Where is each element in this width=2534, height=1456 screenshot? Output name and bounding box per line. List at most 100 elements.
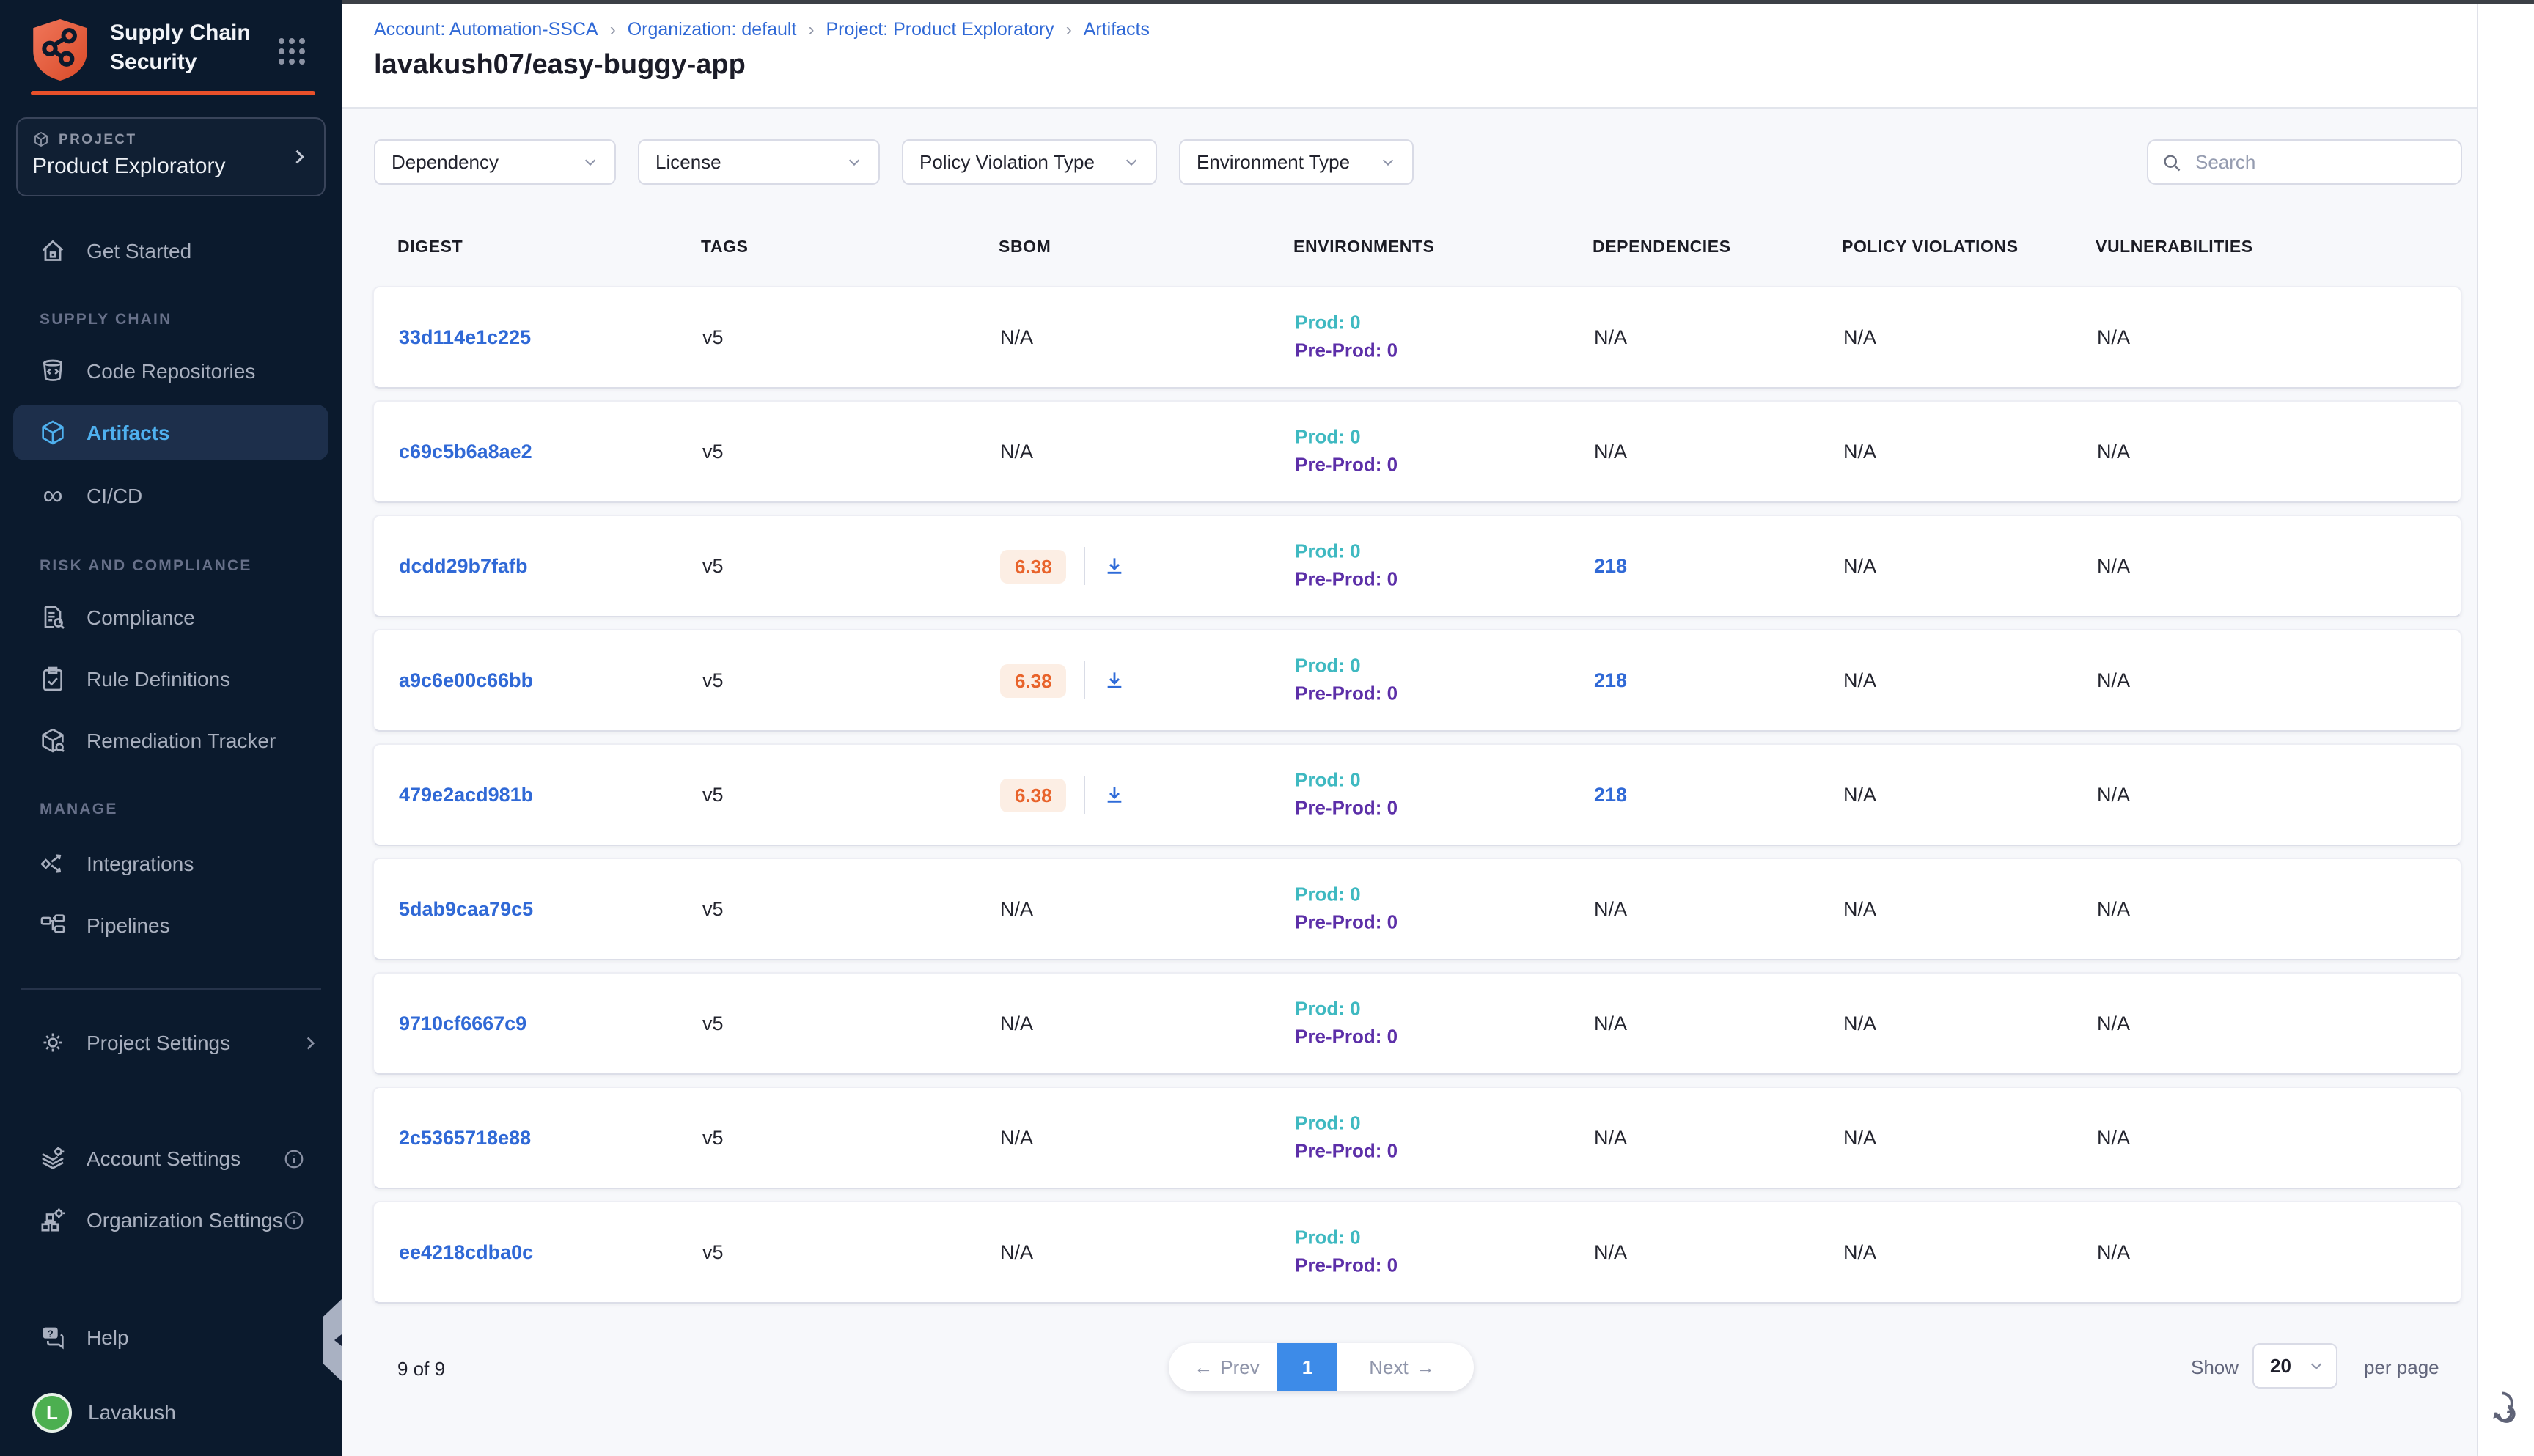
sbom-score-badge: 6.38 (1000, 549, 1067, 583)
breadcrumb-organization[interactable]: Organization: default (628, 19, 797, 40)
avatar: L (32, 1392, 72, 1432)
sidebar-item-rule-definitions[interactable]: Rule Definitions (0, 650, 342, 708)
sbom-cell: 6.38 (1000, 776, 1127, 814)
prod-count: Prod: 0 (1295, 652, 1398, 680)
digest-link[interactable]: 33d114e1c225 (399, 326, 531, 348)
search-input[interactable] (2192, 150, 2447, 174)
tag-value: v5 (702, 898, 724, 920)
digest-link[interactable]: 479e2acd981b (399, 784, 533, 806)
app-switcher-icon[interactable] (276, 35, 308, 67)
sbom-score-badge: 6.38 (1000, 663, 1067, 697)
info-icon[interactable] (283, 1209, 305, 1231)
breadcrumb-artifacts[interactable]: Artifacts (1084, 19, 1150, 40)
help-chat-icon: ? (38, 1323, 67, 1352)
filter-license[interactable]: License (638, 139, 880, 185)
page-size-select[interactable]: 20 (2252, 1343, 2337, 1389)
sidebar-item-label: Organization Settings (87, 1208, 283, 1232)
section-label-manage: MANAGE (40, 801, 118, 818)
sidebar-item-help[interactable]: ? Help (0, 1308, 342, 1367)
integrations-icon (38, 849, 67, 878)
environments-cell: Prod: 0 Pre-Prod: 0 (1295, 1224, 1398, 1279)
page-title: lavakush07/easy-buggy-app (374, 50, 746, 82)
vulnerabilities-value: N/A (2097, 784, 2130, 806)
filter-policy-violation-type[interactable]: Policy Violation Type (902, 139, 1157, 185)
sidebar-item-user-profile[interactable]: L Lavakush (0, 1383, 342, 1441)
info-icon[interactable] (283, 1147, 305, 1169)
table-row: 2c5365718e88 v5 N/A Prod: 0 Pre-Prod: 0 … (372, 1087, 2462, 1189)
sidebar-item-remediation-tracker[interactable]: Remediation Tracker (0, 711, 342, 770)
pagination: ← Prev 1 Next → (1169, 1343, 1474, 1391)
environments-cell: Prod: 0 Pre-Prod: 0 (1295, 1110, 1398, 1165)
next-label: Next (1369, 1356, 1408, 1378)
cell-divider (1084, 776, 1086, 814)
vulnerabilities-value: N/A (2097, 326, 2130, 348)
download-sbom-icon[interactable] (1103, 783, 1127, 806)
pagination-page-1[interactable]: 1 (1277, 1343, 1337, 1391)
digest-link[interactable]: c69c5b6a8ae2 (399, 441, 532, 463)
svg-text:?: ? (48, 1328, 54, 1339)
sidebar-item-label: Project Settings (87, 1031, 230, 1054)
prod-count: Prod: 0 (1295, 996, 1398, 1023)
dependencies-link[interactable]: 218 (1594, 555, 1627, 577)
tag-value: v5 (702, 326, 724, 348)
policy-violations-value: N/A (1843, 784, 1876, 806)
breadcrumb-account[interactable]: Account: Automation-SSCA (374, 19, 598, 40)
pagination-next-button[interactable]: Next → (1337, 1343, 1474, 1391)
preprod-count: Pre-Prod: 0 (1295, 680, 1398, 708)
policy-violations-value: N/A (1843, 326, 1876, 348)
cell-divider (1084, 547, 1086, 585)
sidebar-item-get-started[interactable]: Get Started (0, 221, 342, 280)
table-row: 5dab9caa79c5 v5 N/A Prod: 0 Pre-Prod: 0 … (372, 858, 2462, 960)
infinity-icon: ∞ (38, 481, 67, 510)
preprod-count: Pre-Prod: 0 (1295, 566, 1398, 594)
sidebar-item-cicd[interactable]: ∞ CI/CD (0, 466, 342, 525)
sidebar-item-label: Rule Definitions (87, 667, 230, 691)
prod-count: Prod: 0 (1295, 1224, 1398, 1252)
project-cube-icon (32, 130, 50, 148)
breadcrumb-project[interactable]: Project: Product Exploratory (826, 19, 1054, 40)
chevron-down-icon (582, 154, 598, 170)
digest-link[interactable]: 2c5365718e88 (399, 1127, 531, 1149)
column-header-environments: ENVIRONMENTS (1293, 239, 1435, 257)
breadcrumb-separator: › (610, 19, 616, 40)
sidebar-item-code-repositories[interactable]: Code Repositories (0, 342, 342, 400)
pipelines-icon (38, 911, 67, 940)
environments-cell: Prod: 0 Pre-Prod: 0 (1295, 424, 1398, 479)
column-header-digest: DIGEST (397, 239, 463, 257)
dependencies-link[interactable]: 218 (1594, 784, 1627, 806)
preprod-count: Pre-Prod: 0 (1295, 1138, 1398, 1166)
sidebar-item-integrations[interactable]: Integrations (0, 834, 342, 893)
filter-label: Dependency (392, 151, 499, 173)
digest-link[interactable]: 5dab9caa79c5 (399, 898, 533, 920)
digest-link[interactable]: ee4218cdba0c (399, 1241, 533, 1263)
download-sbom-icon[interactable] (1103, 554, 1127, 578)
project-selector[interactable]: PROJECT Product Exploratory (16, 117, 326, 196)
sidebar-item-label: Remediation Tracker (87, 729, 276, 752)
sidebar-item-project-settings[interactable]: Project Settings (0, 1013, 342, 1072)
search-icon (2162, 152, 2182, 172)
sbom-score-badge: 6.38 (1000, 778, 1067, 812)
layers-gear-icon (38, 1144, 67, 1173)
filter-dependency[interactable]: Dependency (374, 139, 616, 185)
policy-violations-value: N/A (1843, 898, 1876, 920)
filter-environment-type[interactable]: Environment Type (1179, 139, 1414, 185)
sidebar-item-label: CI/CD (87, 484, 142, 507)
sidebar-item-pipelines[interactable]: Pipelines (0, 896, 342, 955)
sidebar-item-account-settings[interactable]: Account Settings (0, 1129, 342, 1188)
download-sbom-icon[interactable] (1103, 669, 1127, 692)
feedback-chat-icon[interactable] (2487, 1384, 2527, 1424)
artifact-cube-icon (38, 418, 67, 447)
policy-violations-value: N/A (1843, 555, 1876, 577)
filter-label: Environment Type (1197, 151, 1350, 173)
sidebar-item-label: Artifacts (87, 421, 170, 444)
digest-link[interactable]: 9710cf6667c9 (399, 1012, 526, 1034)
digest-link[interactable]: dcdd29b7fafb (399, 555, 528, 577)
sidebar-item-compliance[interactable]: Compliance (0, 588, 342, 647)
sidebar-item-artifacts[interactable]: Artifacts (13, 405, 328, 460)
pagination-prev-button[interactable]: ← Prev (1169, 1343, 1277, 1391)
dependencies-link[interactable]: 218 (1594, 669, 1627, 691)
sidebar-item-organization-settings[interactable]: Organization Settings (0, 1191, 342, 1249)
arrow-right-icon: → (1416, 1356, 1435, 1378)
dependencies-value: N/A (1594, 441, 1627, 463)
digest-link[interactable]: a9c6e00c66bb (399, 669, 533, 691)
